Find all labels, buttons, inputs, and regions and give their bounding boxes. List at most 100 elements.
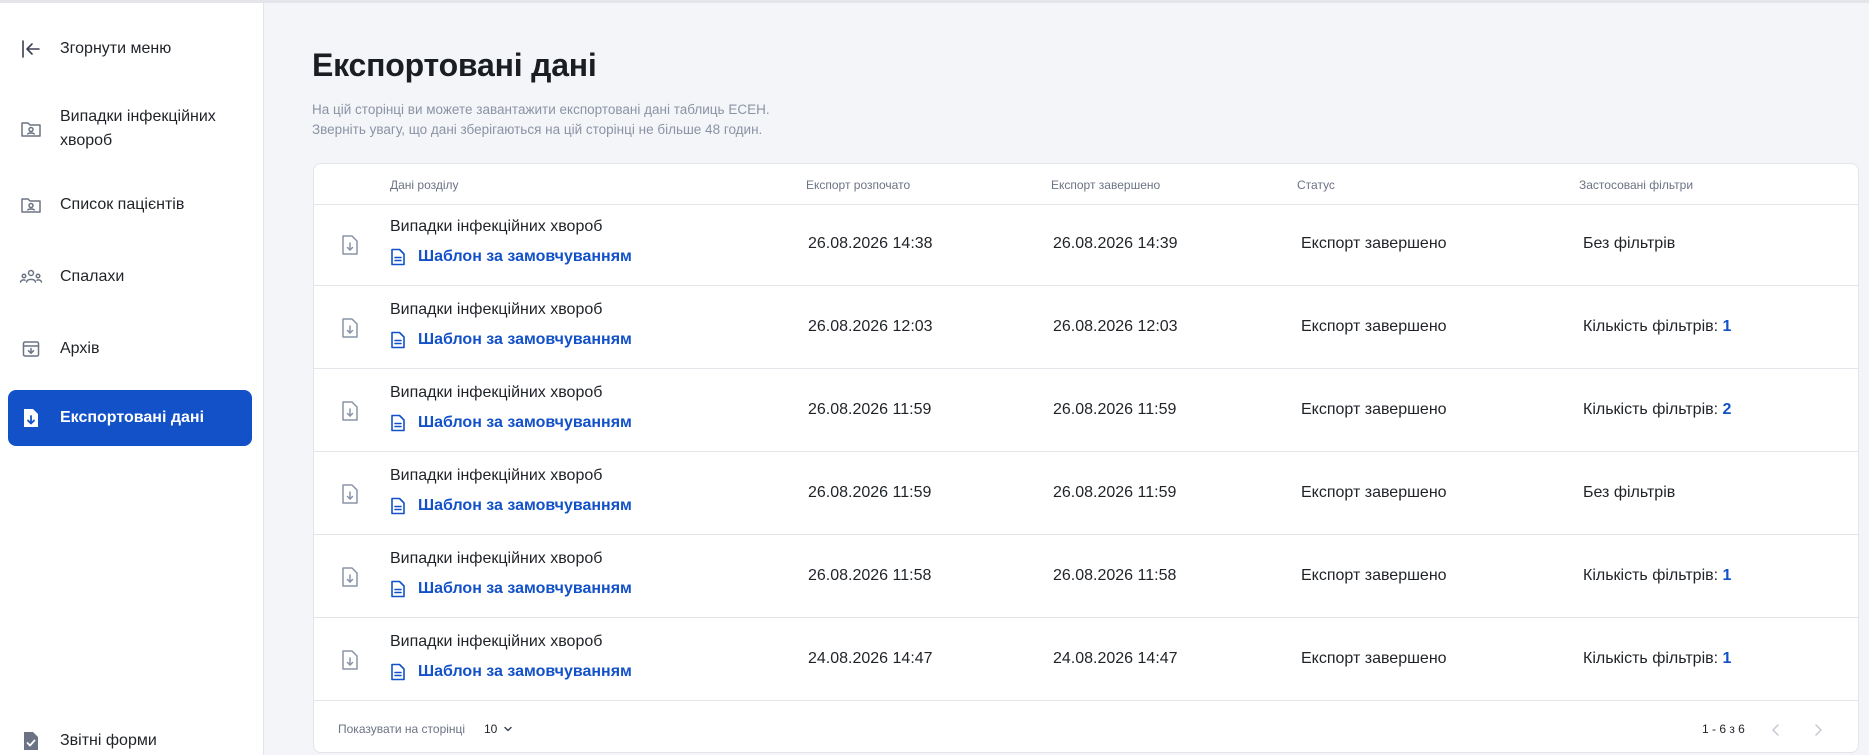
row-filters: Кількість фільтрів: 1 xyxy=(1583,567,1731,585)
archive-box-icon xyxy=(18,336,44,362)
row-status: Експорт завершено xyxy=(1301,567,1447,584)
previous-page-button[interactable] xyxy=(1766,720,1786,740)
subtitle-line: Зверніть увагу, що дані зберігаються на … xyxy=(312,122,763,137)
row-template-label: Шаблон за замовчуванням xyxy=(418,248,632,265)
sidebar-item-archive[interactable]: Архів xyxy=(8,333,252,365)
document-icon xyxy=(390,580,408,598)
page-title: Експортовані дані xyxy=(312,47,597,83)
sidebar-item-label: Список пацієнтів xyxy=(60,196,185,213)
row-filters-text: Кількість фільтрів: xyxy=(1583,567,1719,584)
row-export-finished: 26.08.2026 11:59 xyxy=(1053,484,1177,501)
row-status: Експорт завершено xyxy=(1301,484,1447,501)
row-filters-count: 1 xyxy=(1722,318,1732,335)
file-download-icon[interactable] xyxy=(340,233,362,257)
table-header: Дані розділу Експорт розпочато Експорт з… xyxy=(314,164,1858,205)
sidebar-item-label: Експортовані дані xyxy=(60,409,205,426)
column-header-finished: Експорт завершено xyxy=(1051,178,1161,192)
arrow-left-to-bar-icon xyxy=(18,36,44,62)
file-check-icon xyxy=(18,728,44,754)
row-export-started: 26.08.2026 11:59 xyxy=(808,484,932,501)
row-section-name: Випадки інфекційних хвороб xyxy=(390,467,603,484)
table-row: Випадки інфекційних хвороб Шаблон за зам… xyxy=(314,454,1858,535)
row-section-name: Випадки інфекційних хвороб xyxy=(390,301,603,318)
row-section-name: Випадки інфекційних хвороб xyxy=(390,633,603,650)
rows-per-page-select[interactable]: 10 xyxy=(484,722,513,736)
chevron-down-icon xyxy=(503,724,513,734)
row-section-name: Випадки інфекційних хвороб xyxy=(390,218,603,235)
people-group-icon xyxy=(18,264,44,290)
chevron-left-icon xyxy=(1772,724,1779,736)
row-export-started: 26.08.2026 12:03 xyxy=(808,318,933,335)
row-section-name: Випадки інфекційних хвороб xyxy=(390,384,603,401)
row-filters: Кількість фільтрів: 2 xyxy=(1583,401,1731,419)
sidebar-item-label: Спалахи xyxy=(60,268,125,285)
table-row: Випадки інфекційних хвороб Шаблон за зам… xyxy=(314,371,1858,452)
row-filters-text: Кількість фільтрів: xyxy=(1583,650,1719,667)
sidebar-item-exported-data[interactable]: Експортовані дані xyxy=(8,390,252,446)
rows-per-page-value: 10 xyxy=(484,722,498,736)
table-row: Випадки інфекційних хвороб Шаблон за зам… xyxy=(314,537,1858,618)
row-template-link[interactable]: Шаблон за замовчуванням xyxy=(390,248,632,266)
row-export-finished: 26.08.2026 11:58 xyxy=(1053,567,1177,584)
row-filters-text: Без фільтрів xyxy=(1583,235,1676,252)
document-icon xyxy=(390,248,408,266)
row-section-name: Випадки інфекційних хвороб xyxy=(390,550,603,567)
sidebar-item-label: Архів xyxy=(60,340,100,357)
pagination-range: 1 - 6 з 6 xyxy=(1702,722,1745,736)
row-filters-text: Кількість фільтрів: xyxy=(1583,318,1719,335)
file-download-icon[interactable] xyxy=(340,399,362,423)
exports-table: Дані розділу Експорт розпочато Експорт з… xyxy=(313,163,1859,753)
sidebar-item-label: Звітні форми xyxy=(60,732,157,749)
file-download-icon xyxy=(18,405,44,431)
row-template-link[interactable]: Шаблон за замовчуванням xyxy=(390,414,632,432)
file-download-icon[interactable] xyxy=(340,316,362,340)
row-status: Експорт завершено xyxy=(1301,401,1447,418)
chevron-right-icon xyxy=(1815,724,1822,736)
column-header-section: Дані розділу xyxy=(390,178,459,192)
table-row: Випадки інфекційних хвороб Шаблон за зам… xyxy=(314,205,1858,286)
collapse-menu-button[interactable]: Згорнути меню xyxy=(8,33,252,65)
row-status: Експорт завершено xyxy=(1301,650,1447,667)
row-export-started: 26.08.2026 11:58 xyxy=(808,567,932,584)
row-template-label: Шаблон за замовчуванням xyxy=(418,580,632,597)
file-download-icon[interactable] xyxy=(340,482,362,506)
document-icon xyxy=(390,663,408,681)
row-filters-text: Кількість фільтрів: xyxy=(1583,401,1719,418)
document-icon xyxy=(390,414,408,432)
rows-per-page-label: Показувати на сторінці xyxy=(338,722,466,736)
row-template-link[interactable]: Шаблон за замовчуванням xyxy=(390,580,632,598)
folder-person-icon xyxy=(18,116,44,142)
table-row: Випадки інфекційних хвороб Шаблон за зам… xyxy=(314,620,1858,701)
file-download-icon[interactable] xyxy=(340,648,362,672)
row-export-finished: 26.08.2026 14:39 xyxy=(1053,235,1178,252)
column-header-filters: Застосовані фільтри xyxy=(1579,178,1694,192)
row-export-started: 26.08.2026 14:38 xyxy=(808,235,933,252)
row-filters: Без фільтрів xyxy=(1583,484,1675,502)
row-filters-count: 2 xyxy=(1722,401,1732,418)
row-template-label: Шаблон за замовчуванням xyxy=(418,497,632,514)
row-template-label: Шаблон за замовчуванням xyxy=(418,663,632,680)
row-template-label: Шаблон за замовчуванням xyxy=(418,414,632,431)
next-page-button[interactable] xyxy=(1808,720,1828,740)
subtitle-line: На цій сторінці ви можете завантажити ек… xyxy=(312,102,770,117)
row-status: Експорт завершено xyxy=(1301,318,1447,335)
collapse-menu-label: Згорнути меню xyxy=(60,40,172,57)
sidebar: Згорнути меню Випадки інфекційних хвороб… xyxy=(0,3,264,755)
main-content: Експортовані дані На цій сторінці ви мож… xyxy=(265,3,1869,755)
row-filters: Без фільтрів xyxy=(1583,235,1675,253)
row-export-started: 26.08.2026 11:59 xyxy=(808,401,932,418)
file-download-icon[interactable] xyxy=(340,565,362,589)
sidebar-item-reports[interactable]: Звітні форми xyxy=(8,725,252,755)
sidebar-item-label: Випадки інфекційних хвороб xyxy=(60,108,216,149)
row-filters: Кількість фільтрів: 1 xyxy=(1583,650,1731,668)
table-footer: Показувати на сторінці 10 1 - 6 з 6 xyxy=(314,704,1858,752)
row-template-link[interactable]: Шаблон за замовчуванням xyxy=(390,663,632,681)
row-template-link[interactable]: Шаблон за замовчуванням xyxy=(390,331,632,349)
sidebar-item-outbreaks[interactable]: Спалахи xyxy=(8,261,252,293)
row-filters: Кількість фільтрів: 1 xyxy=(1583,318,1731,336)
sidebar-item-cases[interactable]: Випадки інфекційних хвороб xyxy=(8,101,252,157)
row-export-started: 24.08.2026 14:47 xyxy=(808,650,933,667)
sidebar-item-patients[interactable]: Список пацієнтів xyxy=(8,189,252,221)
row-export-finished: 26.08.2026 11:59 xyxy=(1053,401,1177,418)
row-template-link[interactable]: Шаблон за замовчуванням xyxy=(390,497,632,515)
